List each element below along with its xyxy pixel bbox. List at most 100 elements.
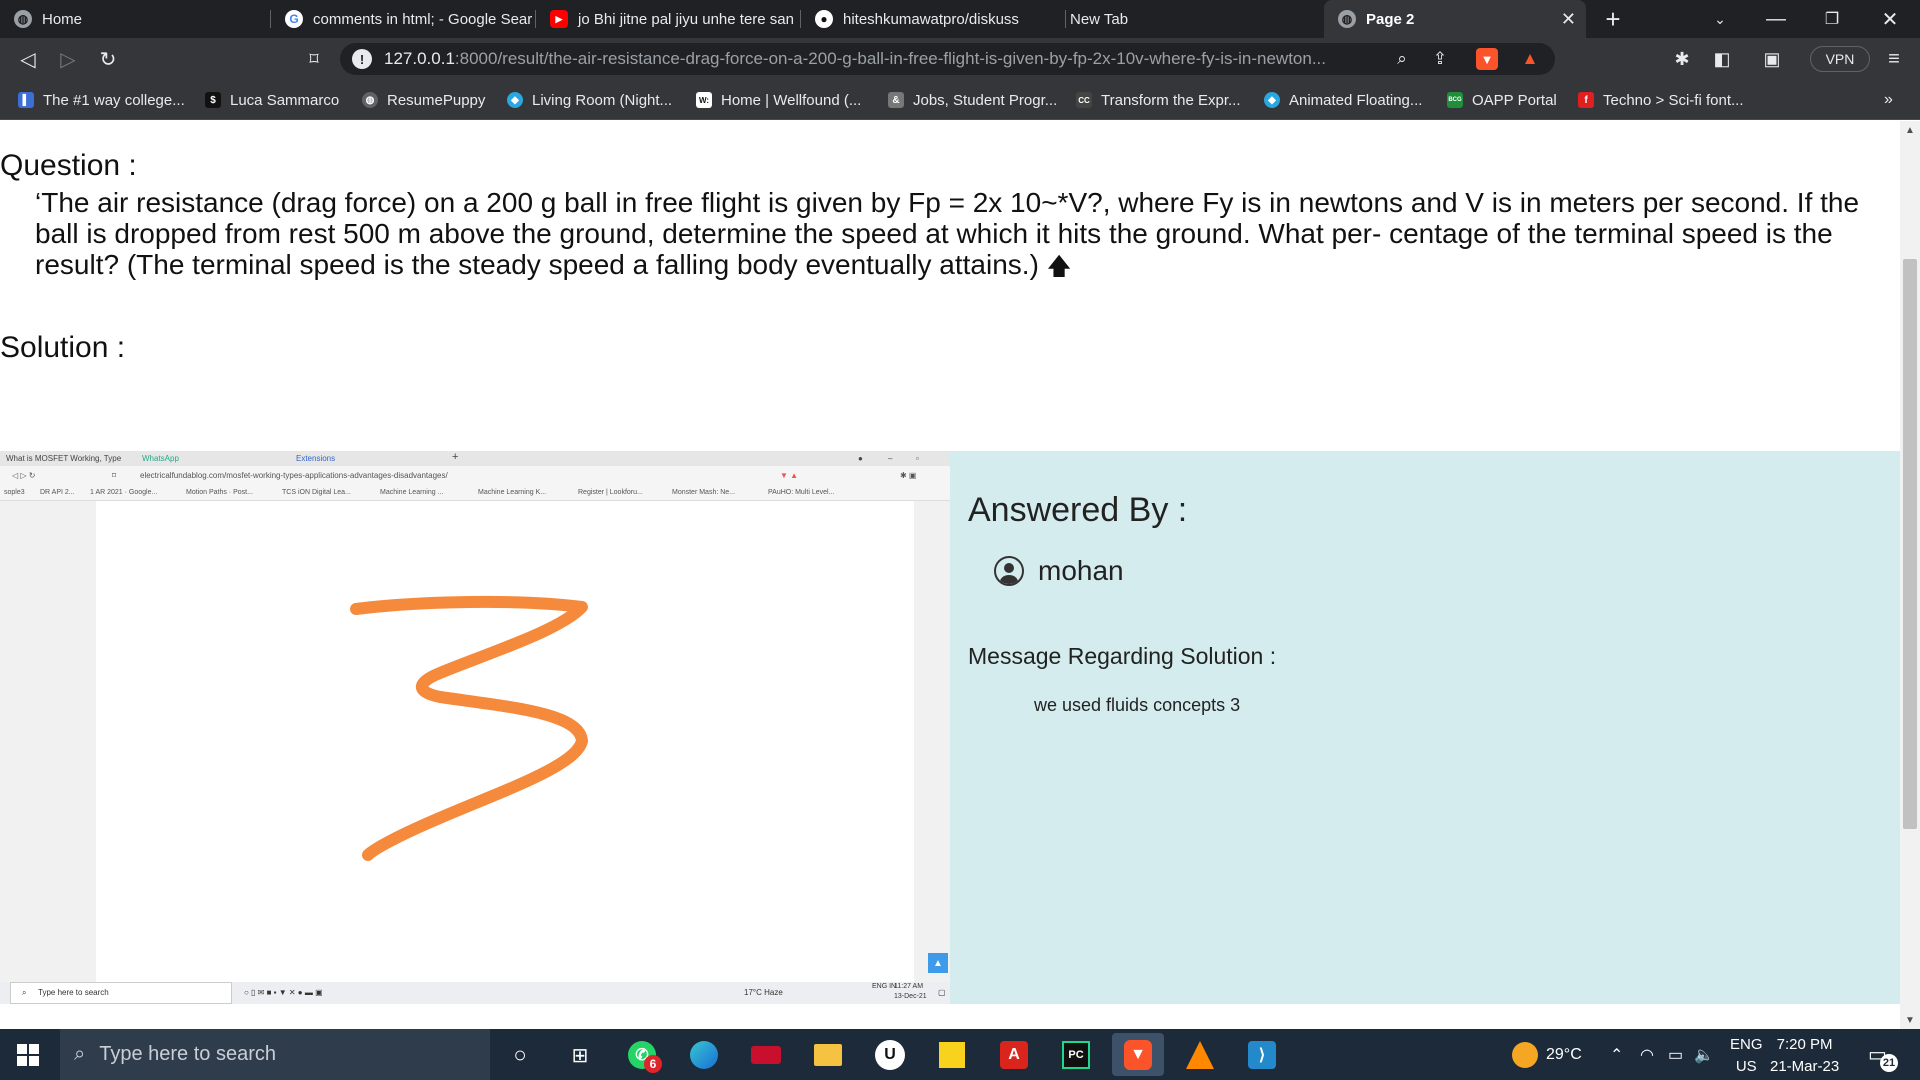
scroll-up-icon[interactable]: ▲ — [1900, 121, 1920, 139]
brave-browser-icon[interactable]: ▼ — [1112, 1033, 1164, 1076]
taskbar-clock[interactable]: 7:20 PM 21-Mar-23 — [1770, 1034, 1839, 1078]
tab-google-search[interactable]: G comments in html; - Google Sear — [271, 0, 535, 38]
edge-icon[interactable] — [686, 1037, 722, 1073]
bookmark-item[interactable]: ◆ Animated Floating... — [1264, 80, 1422, 120]
forward-icon[interactable]: ▷ — [52, 38, 84, 80]
bookmark-favicon-icon: BCG — [1447, 92, 1463, 108]
brave-shields-icon[interactable]: ▼ — [1476, 48, 1498, 70]
tab-title: hiteshkumawatpro/diskuss — [843, 10, 1019, 28]
tab-title: Page 2 — [1366, 10, 1415, 28]
battery-icon[interactable]: ▭ — [1668, 1029, 1683, 1080]
bookmark-item[interactable]: ▌ The #1 way college... — [18, 80, 185, 120]
windows-taskbar: ⌕ Type here to search ○ ⊞ ✆ 6 U A PC ▼ ⟩… — [0, 1029, 1920, 1080]
wifi-icon[interactable]: ◠ — [1640, 1029, 1654, 1080]
bookmark-item[interactable]: ◍ ResumePuppy — [362, 80, 485, 120]
image-taskbar: ⌕ Type here to search ○ ▯ ✉ ■ ▪ ▼ ✕ ● ▬ … — [0, 982, 950, 1004]
pycharm-icon[interactable]: PC — [1058, 1037, 1094, 1073]
youtube-icon: ▶ — [550, 10, 568, 28]
back-icon[interactable]: ◁ — [12, 38, 44, 80]
zoom-icon[interactable]: ⌕ — [1388, 43, 1416, 75]
language-indicator[interactable]: ENG US — [1730, 1034, 1763, 1078]
brave-rewards-icon[interactable]: ▲ — [1516, 43, 1544, 75]
bookmark-favicon-icon: W: — [696, 92, 712, 108]
menu-icon[interactable]: ≡ — [1878, 38, 1910, 80]
bookmark-favicon-icon: ▌ — [18, 92, 34, 108]
upvote-arrow-icon[interactable]: 🡅 — [1047, 253, 1072, 280]
page-scrollbar[interactable]: ▲ ▼ — [1900, 121, 1920, 1029]
whatsapp-icon[interactable]: ✆ 6 — [624, 1037, 662, 1073]
question-text: ‘The air resistance (drag force) on a 20… — [35, 187, 1860, 280]
bookmark-favicon-icon: $ — [205, 92, 221, 108]
scroll-to-top-icon: ▲ — [928, 953, 948, 973]
message-label: Message Regarding Solution : — [968, 643, 1277, 669]
vlc-icon[interactable] — [1182, 1037, 1218, 1073]
url-text: 127.0.0.1:8000/result/the-air-resistance… — [384, 49, 1327, 68]
bookmark-item[interactable]: $ Luca Sammarco — [205, 80, 339, 120]
vpn-button[interactable]: VPN — [1810, 46, 1870, 72]
browser-toolbar: ◁ ▷ ↻ ⌑ ! 127.0.0.1:8000/result/the-air-… — [0, 38, 1920, 80]
globe-icon: ◍ — [14, 10, 32, 28]
tab-search-chevron-icon[interactable]: ⌄ — [1700, 0, 1740, 38]
acrobat-icon[interactable]: A — [996, 1037, 1032, 1073]
page-content: Question : ‘The air resistance (drag for… — [0, 121, 1900, 1029]
answer-panel: Answered By : mohan Message Regarding So… — [950, 451, 1900, 1004]
tab-page-2[interactable]: ◍ Page 2 ✕ — [1324, 0, 1586, 38]
reload-icon[interactable]: ↻ — [92, 38, 124, 80]
bookmarks-bar: ▌ The #1 way college... $ Luca Sammarco ◍ R… — [0, 80, 1920, 120]
bookmark-item[interactable]: ◆ Living Room (Night... — [507, 80, 672, 120]
bookmark-item[interactable]: W: Home | Wellfound (... — [696, 80, 861, 120]
bookmark-item[interactable]: BCG OAPP Portal — [1447, 80, 1557, 120]
answered-by-label: Answered By : — [968, 491, 1188, 529]
tab-github[interactable]: ● hiteshkumawatpro/diskuss — [801, 0, 1065, 38]
bookmark-item[interactable]: & Jobs, Student Progr... — [888, 80, 1057, 120]
file-explorer-icon[interactable] — [810, 1037, 846, 1073]
volume-icon[interactable]: 🔈 — [1694, 1029, 1714, 1080]
taskbar-search[interactable]: ⌕ Type here to search — [60, 1029, 490, 1080]
scroll-down-icon[interactable]: ▼ — [1900, 1011, 1920, 1029]
message-text: we used fluids concepts 3 — [1034, 695, 1241, 715]
windows-start-icon[interactable] — [17, 1044, 39, 1066]
unreal-engine-icon[interactable]: U — [872, 1037, 908, 1073]
minimize-icon[interactable]: — — [1756, 0, 1796, 38]
wallet-icon[interactable]: ▣ — [1756, 38, 1788, 80]
share-icon[interactable]: ⇪ — [1426, 43, 1454, 75]
tab-youtube[interactable]: ▶ jo Bhi jitne pal jiyu unhe tere san — [536, 0, 800, 38]
site-info-icon[interactable]: ! — [352, 49, 372, 69]
bookmark-icon[interactable]: ⌑ — [298, 38, 330, 80]
question-heading: Question : — [0, 149, 137, 182]
tab-home[interactable]: ◍ Home — [0, 0, 270, 38]
bookmark-favicon-icon: f — [1578, 92, 1594, 108]
bookmark-item[interactable]: CC Transform the Expr... — [1076, 80, 1241, 120]
close-tab-icon[interactable]: ✕ — [1561, 9, 1576, 30]
tab-title: jo Bhi jitne pal jiyu unhe tere san — [578, 10, 794, 28]
tab-title: comments in html; - Google Sear — [313, 10, 533, 28]
whatsapp-badge: 6 — [644, 1055, 662, 1073]
sidebar-icon[interactable]: ◧ — [1706, 38, 1738, 80]
new-tab-button[interactable]: + — [1594, 0, 1632, 38]
bookmark-item[interactable]: f Techno > Sci-fi font... — [1578, 80, 1744, 120]
scrollbar-thumb[interactable] — [1903, 259, 1917, 829]
user-avatar-icon — [994, 556, 1024, 586]
task-view-icon[interactable]: ⊞ — [562, 1037, 598, 1073]
window-close-icon[interactable]: ✕ — [1870, 0, 1910, 38]
address-bar[interactable]: ! 127.0.0.1:8000/result/the-air-resistan… — [340, 43, 1555, 75]
search-icon: ⌕ — [74, 1043, 86, 1065]
sticky-notes-icon[interactable] — [934, 1037, 970, 1073]
weather-widget[interactable]: 29°C — [1512, 1029, 1582, 1080]
vscode-icon[interactable]: ⟩ — [1244, 1037, 1280, 1073]
bookmark-favicon-icon: ◆ — [507, 92, 523, 108]
solution-image: What is MOSFET Working, Type WhatsApp Ex… — [0, 451, 950, 1004]
notification-center-icon[interactable]: ▭ 21 — [1868, 1042, 1898, 1072]
show-hidden-icons-chevron-icon[interactable]: ⌃ — [1610, 1029, 1623, 1080]
extensions-icon[interactable]: ✱ — [1666, 38, 1698, 80]
globe-icon: ◍ — [1338, 10, 1356, 28]
weather-icon — [1512, 1041, 1538, 1068]
tab-title: Home — [42, 10, 83, 28]
app-red-icon[interactable] — [748, 1037, 784, 1073]
restore-icon[interactable]: ❐ — [1812, 0, 1852, 38]
tab-strip: ◍ Home G comments in html; - Google Sear… — [0, 0, 1920, 38]
more-bookmarks-button[interactable]: » — [1884, 80, 1893, 120]
cortana-icon[interactable]: ○ — [502, 1037, 538, 1073]
tab-new-tab[interactable]: New Tab — [1066, 0, 1324, 38]
bookmark-favicon-icon: CC — [1076, 92, 1092, 108]
